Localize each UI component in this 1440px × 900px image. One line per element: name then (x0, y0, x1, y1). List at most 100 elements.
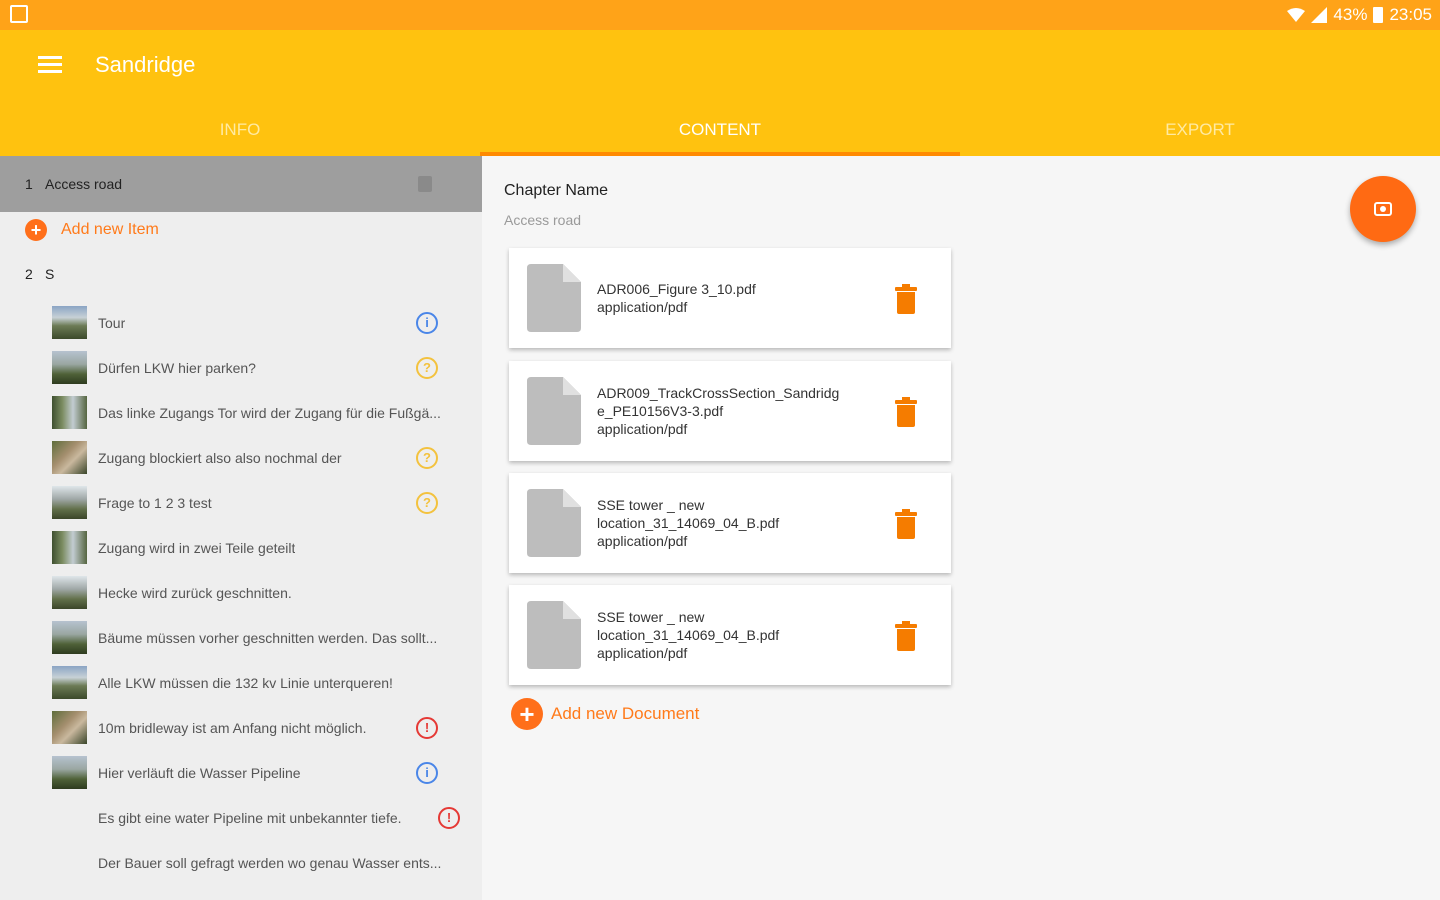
question-icon: ? (416, 446, 438, 469)
delete-chapter-icon[interactable] (418, 176, 432, 192)
file-icon (527, 601, 581, 669)
chapter-name-label: Chapter Name (504, 182, 609, 199)
item-thumbnail (52, 756, 87, 789)
delete-document-icon[interactable] (895, 284, 917, 314)
file-icon (527, 377, 581, 445)
add-icon: + (25, 219, 47, 241)
item-thumbnail (52, 441, 87, 474)
menu-icon[interactable] (38, 56, 62, 76)
document-name-cont: location_31_14069_04_B.pdf (597, 514, 780, 531)
document-name: ADR009_TrackCrossSection_Sandridg (597, 384, 840, 401)
document-info: ADR009_TrackCrossSection_Sandridg e_PE10… (597, 361, 877, 461)
list-item[interactable]: Zugang wird in zwei Teile geteilt (0, 525, 482, 570)
tab-bar: INFO CONTENT EXPORT (0, 110, 1440, 156)
document-card[interactable]: ADR006_Figure 3_10.pdf application/pdf (509, 248, 951, 348)
battery-icon (1373, 7, 1384, 23)
document-info: ADR006_Figure 3_10.pdf application/pdf (597, 248, 877, 348)
list-item[interactable]: Hecke wird zurück geschnitten. (0, 570, 482, 615)
item-thumbnail (52, 621, 87, 654)
delete-document-icon[interactable] (895, 397, 917, 427)
question-icon: ? (416, 356, 438, 379)
signal-icon (1311, 7, 1328, 23)
tab-export[interactable]: EXPORT (960, 110, 1440, 156)
item-thumbnail (52, 486, 87, 519)
chapter-number: 2 (25, 266, 33, 282)
item-thumbnail (52, 531, 87, 564)
camera-icon (1374, 202, 1392, 216)
app-title: Sandridge (95, 52, 196, 77)
question-icon: ? (416, 491, 438, 514)
document-card[interactable]: SSE tower _ new location_31_14069_04_B.p… (509, 585, 951, 685)
item-thumbnail (52, 711, 87, 744)
document-type: application/pdf (597, 421, 688, 438)
wifi-icon (1287, 8, 1306, 22)
item-text: Zugang blockiert also also nochmal der (98, 449, 342, 466)
chapter-list: 1 Access road + Add new Item 2 S Tour i … (0, 156, 482, 900)
list-item[interactable]: Tour i (0, 300, 482, 345)
document-type: application/pdf (597, 645, 688, 662)
clock: 23:05 (1389, 5, 1432, 24)
chapter-name-value[interactable]: Access road (504, 212, 581, 228)
content-panel: Chapter Name Access road ADR006_Figure 3… (482, 156, 1440, 900)
battery-percent: 43% (1333, 5, 1368, 24)
list-item[interactable]: Frage to 1 2 3 test ? (0, 480, 482, 525)
delete-document-icon[interactable] (895, 621, 917, 651)
status-bar: 43% 23:05 (0, 0, 1440, 30)
app-bar: Sandridge INFO CONTENT EXPORT (0, 30, 1440, 156)
item-thumbnail (52, 576, 87, 609)
list-item[interactable]: 10m bridleway ist am Anfang nicht möglic… (0, 705, 482, 750)
item-text: Bäume müssen vorher geschnitten werden. … (98, 629, 438, 646)
add-document-label: Add new Document (551, 704, 700, 723)
status-icons: 43% 23:05 (1287, 5, 1432, 25)
item-text: 10m bridleway ist am Anfang nicht möglic… (98, 719, 367, 736)
item-text: Dürfen LKW hier parken? (98, 359, 256, 376)
item-text: Zugang wird in zwei Teile geteilt (98, 539, 296, 556)
document-card[interactable]: SSE tower _ new location_31_14069_04_B.p… (509, 473, 951, 573)
item-text: Hier verläuft die Wasser Pipeline (98, 764, 301, 781)
list-item[interactable]: Das linke Zugangs Tor wird der Zugang fü… (0, 390, 482, 435)
chapter-name: Access road (45, 176, 123, 192)
document-name-cont: e_PE10156V3-3.pdf (597, 402, 724, 419)
tab-info[interactable]: INFO (0, 110, 480, 156)
document-type: application/pdf (597, 533, 688, 550)
list-item[interactable]: Dürfen LKW hier parken? ? (0, 345, 482, 390)
item-text: Alle LKW müssen die 132 kv Linie unterqu… (98, 674, 393, 691)
add-document-button[interactable]: + Add new Document (511, 698, 699, 730)
tab-content[interactable]: CONTENT (480, 110, 960, 156)
item-text: Tour (98, 314, 126, 331)
add-item-label: Add new Item (61, 221, 159, 238)
list-item[interactable]: Alle LKW müssen die 132 kv Linie unterqu… (0, 660, 482, 705)
document-name-cont: location_31_14069_04_B.pdf (597, 626, 780, 643)
item-text: Frage to 1 2 3 test (98, 494, 212, 511)
add-icon: + (511, 698, 543, 730)
document-info: SSE tower _ new location_31_14069_04_B.p… (597, 585, 877, 685)
chapter-number: 1 (25, 176, 33, 192)
list-item[interactable]: Bäume müssen vorher geschnitten werden. … (0, 615, 482, 660)
list-item[interactable]: Der Bauer soll gefragt werden wo genau W… (0, 840, 482, 885)
list-item[interactable]: Es gibt eine water Pipeline mit unbekann… (0, 795, 482, 840)
warning-icon: ! (438, 806, 460, 829)
chapter-row-s[interactable]: 2 S (0, 248, 482, 300)
document-card[interactable]: ADR009_TrackCrossSection_Sandridg e_PE10… (509, 361, 951, 461)
item-text: Der Bauer soll gefragt werden wo genau W… (98, 854, 442, 871)
item-thumbnail (52, 846, 87, 879)
camera-button[interactable] (1350, 176, 1416, 242)
document-name: SSE tower _ new (597, 496, 705, 513)
chapter-row-access-road[interactable]: 1 Access road (0, 156, 482, 212)
list-item[interactable]: Zugang blockiert also also nochmal der ? (0, 435, 482, 480)
file-icon (527, 489, 581, 557)
item-thumbnail (52, 666, 87, 699)
delete-document-icon[interactable] (895, 509, 917, 539)
item-thumbnail (52, 306, 87, 339)
list-item[interactable]: Hier verläuft die Wasser Pipeline i (0, 750, 482, 795)
item-thumbnail (52, 396, 87, 429)
add-item-button[interactable]: + Add new Item (0, 212, 482, 248)
info-icon: i (416, 311, 438, 334)
document-name: SSE tower _ new (597, 608, 705, 625)
document-info: SSE tower _ new location_31_14069_04_B.p… (597, 473, 877, 573)
item-text: Das linke Zugangs Tor wird der Zugang fü… (98, 404, 441, 421)
warning-icon: ! (416, 716, 438, 739)
info-icon: i (416, 761, 438, 784)
item-thumbnail (52, 351, 87, 384)
document-type: application/pdf (597, 299, 688, 315)
